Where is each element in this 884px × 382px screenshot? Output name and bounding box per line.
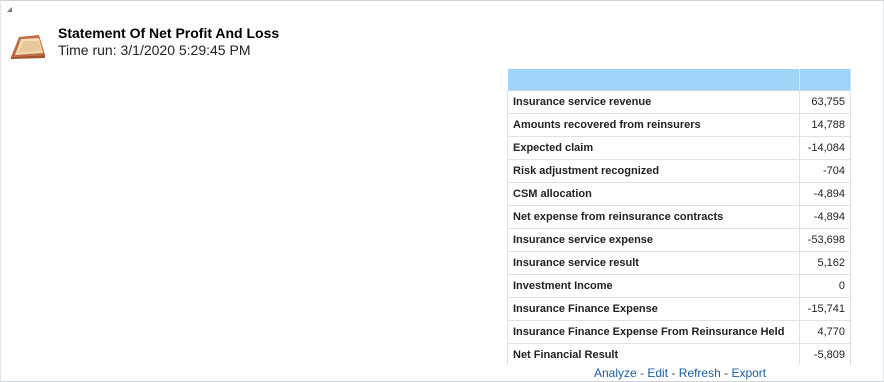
edit-link[interactable]: Edit [647,366,668,380]
row-value: 0 [799,274,851,298]
table-row: Insurance Finance Expense From Reinsuran… [507,320,851,344]
row-value: 63,755 [799,90,851,114]
row-value: -14,084 [799,136,851,160]
row-label: CSM allocation [507,182,801,206]
table-row: Net expense from reinsurance contracts -4… [507,205,851,229]
link-separator: - [636,366,648,380]
table-row: Net Financial Result -5,809 [507,343,851,365]
row-label: Amounts recovered from reinsurers [507,113,801,137]
report-title: Statement Of Net Profit And Loss [58,25,280,41]
time-run-text: Time run: 3/1/2020 5:29:45 PM [58,42,251,58]
row-value: -704 [799,159,851,183]
analyze-link[interactable]: Analyze [594,366,637,380]
row-label: Expected claim [507,136,801,160]
pivot-table: Insurance service revenue 63,755 Amounts … [507,69,851,365]
header-cell-value [799,69,851,91]
refresh-link[interactable]: Refresh [679,366,721,380]
row-value: -53,698 [799,228,851,252]
report-links: Analyze - Edit - Refresh - Export [594,366,766,380]
collapse-icon[interactable] [7,7,12,12]
row-label: Insurance Finance Expense [507,297,801,321]
row-value: 14,788 [799,113,851,137]
link-separator: - [720,366,732,380]
results-table: Insurance service revenue 63,755 Amounts … [507,69,851,365]
row-label: Risk adjustment recognized [507,159,801,183]
row-label: Net Financial Result [507,343,801,365]
table-row: Amounts recovered from reinsurers 14,788 [507,113,851,137]
table-row: Insurance service revenue 63,755 [507,90,851,114]
row-label: Insurance service result [507,251,801,275]
table-row: Risk adjustment recognized -704 [507,159,851,183]
row-value: -5,809 [799,343,851,365]
table-row: Insurance service expense -53,698 [507,228,851,252]
row-label: Investment Income [507,274,801,298]
row-value: 4,770 [799,320,851,344]
header-cell-label [507,69,801,91]
row-value: -15,741 [799,297,851,321]
row-value: 5,162 [799,251,851,275]
report-view-frame: Statement Of Net Profit And Loss Time ru… [0,0,884,382]
table-row: Insurance Finance Expense -15,741 [507,297,851,321]
row-value: -4,894 [799,182,851,206]
row-label: Insurance service expense [507,228,801,252]
row-label: Insurance service revenue [507,90,801,114]
row-label: Net expense from reinsurance contracts [507,205,801,229]
row-value: -4,894 [799,205,851,229]
table-row: CSM allocation -4,894 [507,182,851,206]
export-link[interactable]: Export [731,366,766,380]
report-icon [11,35,45,59]
link-separator: - [668,366,679,380]
table-row: Insurance service result 5,162 [507,251,851,275]
table-header-row [507,69,851,91]
row-label: Insurance Finance Expense From Reinsuran… [507,320,801,344]
table-row: Investment Income 0 [507,274,851,298]
table-row: Expected claim -14,084 [507,136,851,160]
